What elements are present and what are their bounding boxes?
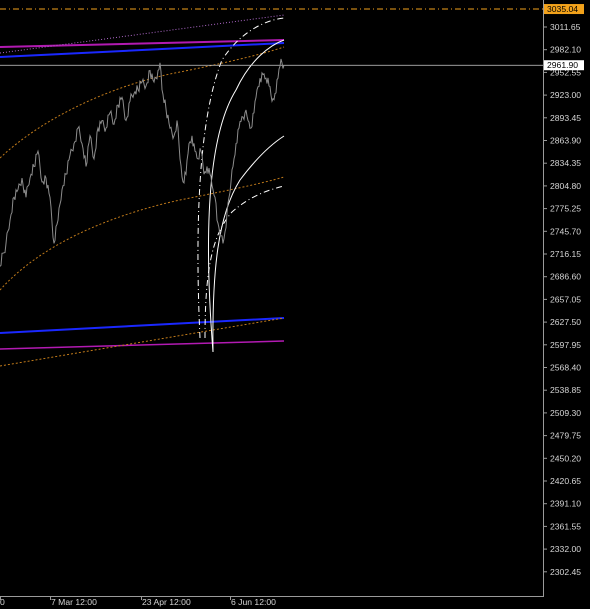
violet-dotted-upper (0, 14, 285, 54)
series-layer (0, 58, 285, 267)
x-axis-labels: 0 7 Mar 12:00 23 Apr 12:00 6 Jun 12:00 (0, 596, 276, 607)
orange-curve-lower (0, 176, 285, 291)
y-tick-label: 2834.35 (550, 158, 581, 168)
y-tick-label: 2420.65 (550, 476, 581, 486)
y-tick-label: 2804.80 (550, 181, 581, 191)
y-tick-label: 2627.50 (550, 317, 581, 327)
y-axis-labels: 3011.652982.102952.552923.002893.452863.… (543, 22, 581, 577)
y-tick-label: 2479.75 (550, 431, 581, 441)
y-tick-label: 2893.45 (550, 113, 581, 123)
orange-curve-upper (0, 46, 285, 159)
x-tick-label: 23 Apr 12:00 (142, 597, 191, 607)
y-tick-label: 2538.85 (550, 385, 581, 395)
white-arc-main (208, 39, 285, 353)
y-tick-label: 2716.15 (550, 249, 581, 259)
y-tick-label: 2923.00 (550, 90, 581, 100)
y-tick-label: 2657.05 (550, 294, 581, 304)
y-tick-label: 2686.60 (550, 272, 581, 282)
x-tick-label: 6 Jun 12:00 (231, 597, 276, 607)
x-tick-label: 7 Mar 12:00 (51, 597, 97, 607)
top-level-price-label: 3035.04 (547, 4, 578, 14)
current-price-label: 2961.90 (547, 60, 578, 70)
price-boxes: 3035.04 2961.90 (544, 4, 584, 70)
y-tick-label: 2597.95 (550, 340, 581, 350)
y-tick-label: 2450.20 (550, 453, 581, 463)
y-tick-label: 3011.65 (550, 22, 581, 32)
white-arc-dashed-lower (204, 185, 285, 339)
y-tick-label: 2509.30 (550, 408, 581, 418)
axis-layer (0, 0, 544, 597)
y-tick-label: 2302.45 (550, 567, 581, 577)
chart-canvas[interactable]: 3011.652982.102952.552923.002893.452863.… (0, 0, 590, 609)
y-tick-label: 2982.10 (550, 45, 581, 55)
y-tick-label: 2361.55 (550, 521, 581, 531)
y-tick-label: 2568.40 (550, 363, 581, 373)
x-tick-label: 0 (0, 597, 5, 607)
price-series-line (0, 58, 285, 267)
trading-chart[interactable]: 3011.65 2982.10 2952.55 2923.00 2893.45 2863.… (0, 0, 590, 609)
y-tick-label: 2332.00 (550, 544, 581, 554)
y-tick-label: 2775.25 (550, 204, 581, 214)
y-tick-label: 2391.10 (550, 499, 581, 509)
y-tick-label: 2745.70 (550, 226, 581, 236)
y-tick-label: 2863.90 (550, 136, 581, 146)
magenta-channel-lower (0, 340, 285, 350)
overlay-layer (0, 8, 543, 367)
